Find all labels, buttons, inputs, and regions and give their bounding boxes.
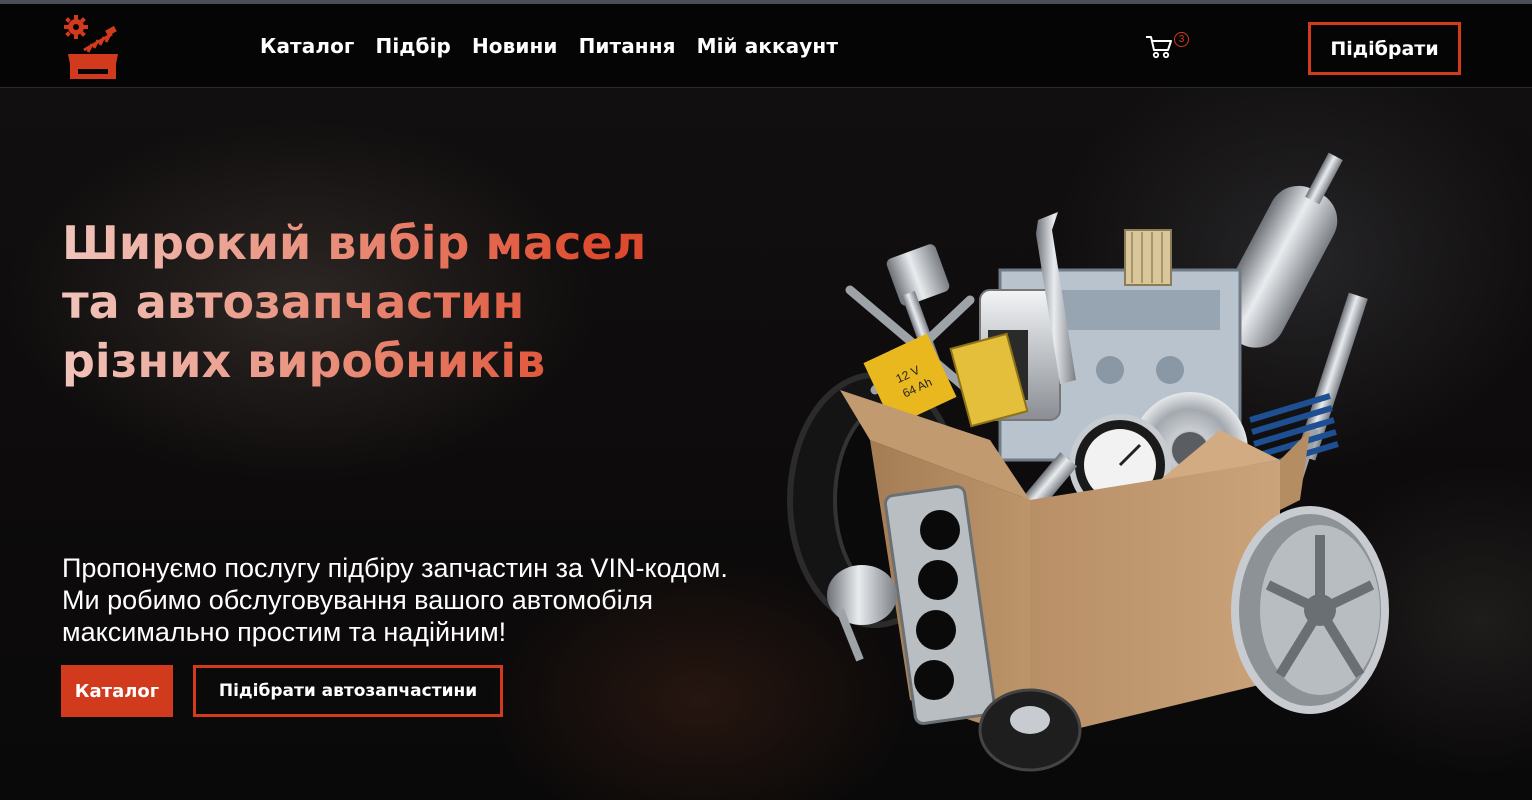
alternator-icon [827, 565, 897, 662]
cart-count-badge: 3 [1174, 32, 1189, 47]
catalog-button[interactable]: Каталог [61, 665, 173, 717]
nav-news[interactable]: Новини [472, 34, 558, 58]
alloy-wheel-icon [1231, 506, 1389, 714]
logo-icon[interactable] [62, 14, 124, 80]
auto-parts-box-illustration: 12 V 64 Ah [780, 140, 1400, 780]
hero-title-line-1: Широкий вибір масел [62, 216, 647, 270]
air-filter-icon [1124, 229, 1172, 286]
nav-selection[interactable]: Підбір [375, 34, 450, 58]
main-nav: Каталог Підбір Новини Питання Мій аккаун… [260, 4, 838, 88]
hero-title: Широкий вибір масел та автозапчастин різ… [62, 214, 782, 391]
hero-title-line-3: різних виробників [62, 334, 546, 388]
nav-questions[interactable]: Питання [579, 34, 676, 58]
black-oil-filter-icon [978, 688, 1082, 772]
header-pick-button[interactable]: Підібрати [1308, 22, 1461, 75]
hero-title-line-2: та автозапчастин [62, 275, 525, 329]
nav-my-account[interactable]: Мій аккаунт [697, 34, 838, 58]
nav-catalog[interactable]: Каталог [260, 34, 354, 58]
hero-subtitle: Пропонуємо послугу підбіру запчастин за … [62, 553, 728, 647]
site-header: Каталог Підбір Новини Питання Мій аккаун… [0, 4, 1532, 88]
pick-parts-button[interactable]: Підібрати автозапчастини [193, 665, 503, 717]
